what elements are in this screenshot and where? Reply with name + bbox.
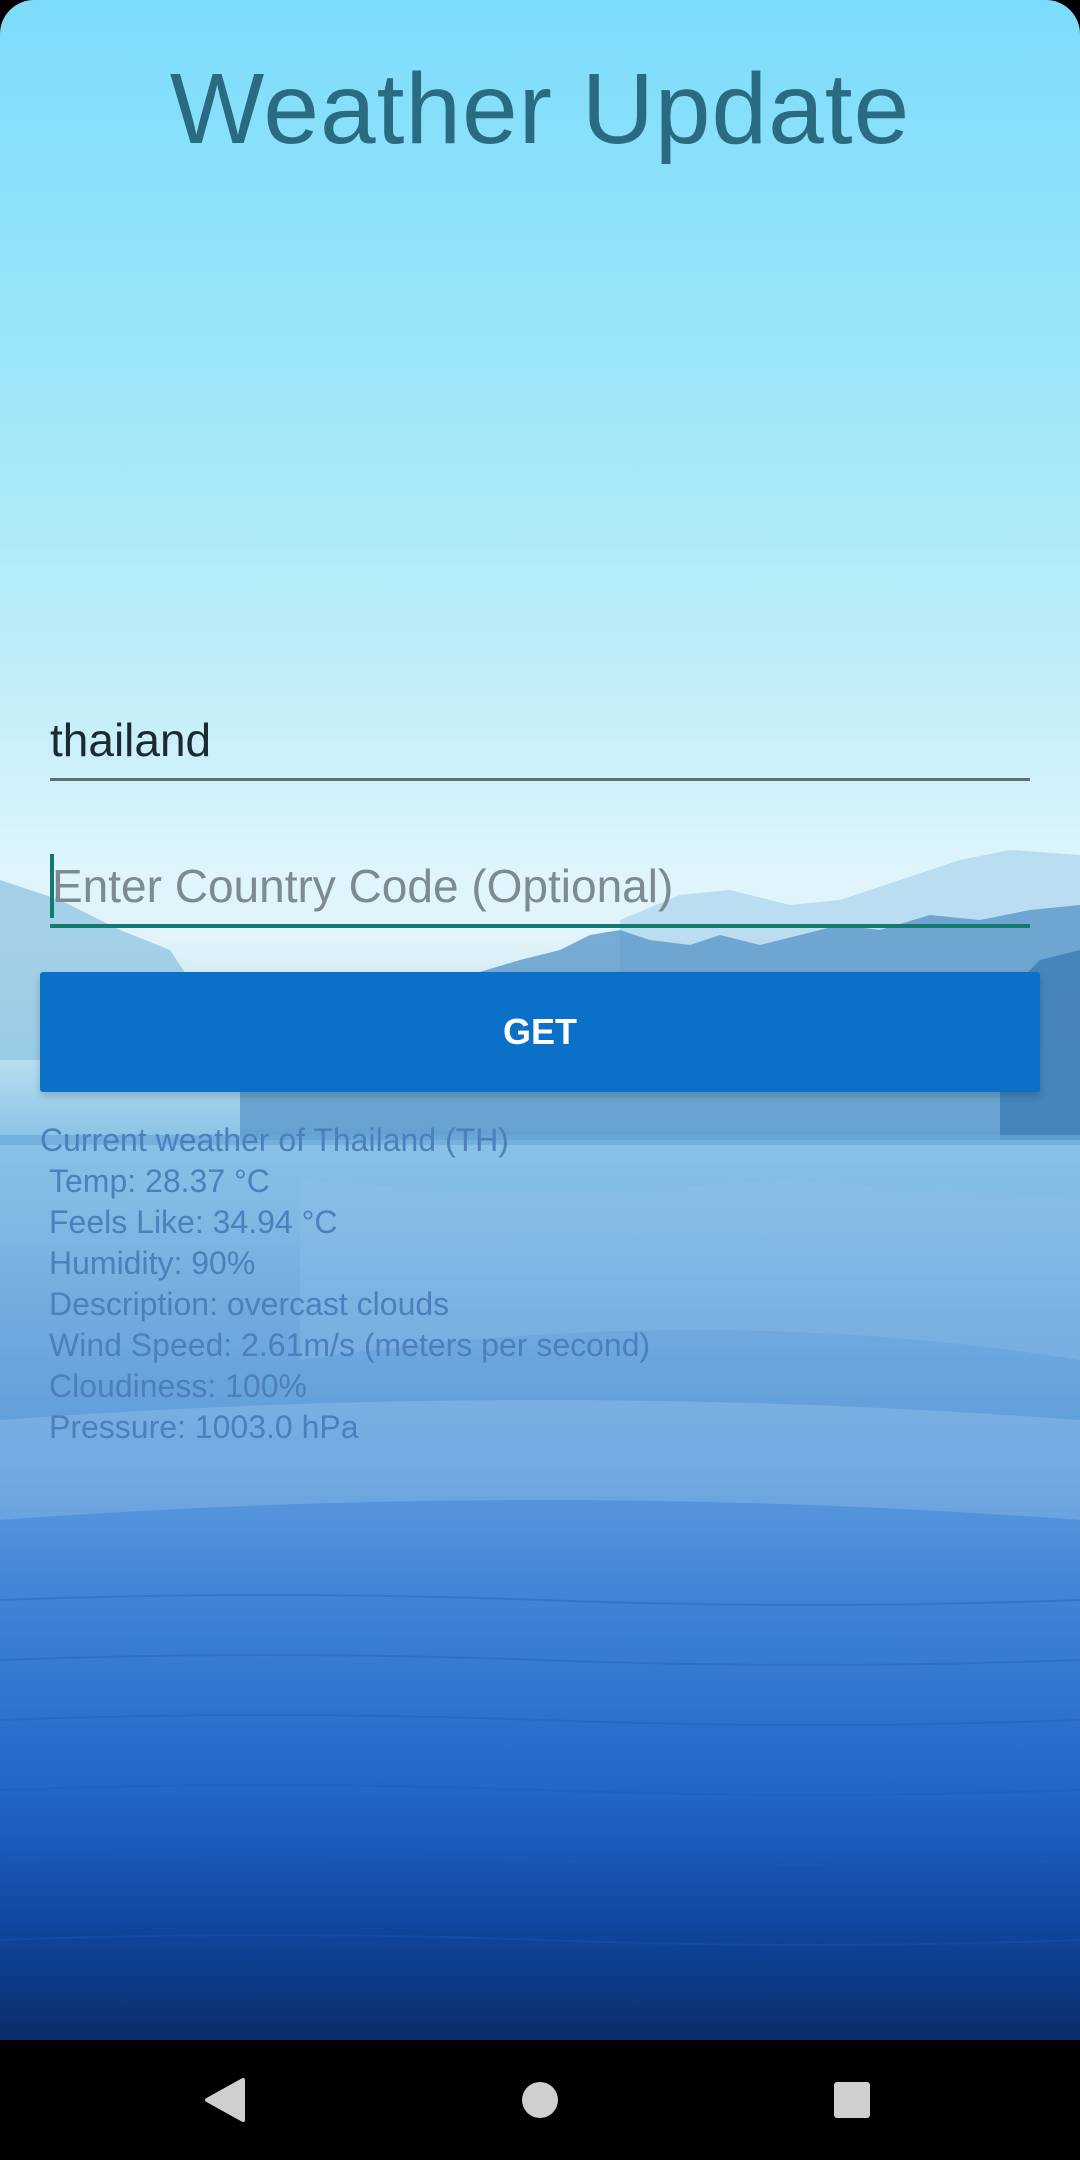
text-cursor	[50, 854, 54, 918]
result-humidity: Humidity: 90%	[49, 1245, 256, 1281]
result-pressure: Pressure: 1003.0 hPa	[49, 1409, 359, 1445]
city-input-value: thailand	[50, 714, 212, 766]
page-title: Weather Update	[169, 53, 911, 165]
home-button[interactable]	[480, 2040, 600, 2160]
weather-result: Current weather of Thailand (TH) Temp: 2…	[40, 1120, 1040, 1448]
phone-screen: Weather Update thailand Enter Country Co…	[0, 0, 1080, 2160]
result-cloudiness: Cloudiness: 100%	[49, 1368, 307, 1404]
get-button[interactable]: GET	[40, 972, 1040, 1092]
recent-square-icon	[834, 2082, 870, 2118]
system-navigation-bar	[0, 2040, 1080, 2160]
app-background: Weather Update thailand Enter Country Co…	[0, 0, 1080, 2040]
back-triangle-icon	[205, 2078, 245, 2122]
result-description: Description: overcast clouds	[49, 1286, 450, 1322]
result-heading: Current weather of Thailand (TH)	[40, 1122, 509, 1158]
country-code-placeholder: Enter Country Code (Optional)	[52, 860, 674, 912]
result-feels-like: Feels Like: 34.94 °C	[49, 1204, 338, 1240]
home-circle-icon	[522, 2082, 558, 2118]
recent-apps-button[interactable]	[792, 2040, 912, 2160]
country-code-input[interactable]: Enter Country Code (Optional)	[50, 848, 1030, 928]
city-input[interactable]: thailand	[50, 702, 1030, 781]
result-wind-speed: Wind Speed: 2.61m/s (meters per second)	[49, 1327, 651, 1363]
result-temp: Temp: 28.37 °C	[49, 1163, 270, 1199]
back-button[interactable]	[165, 2040, 285, 2160]
